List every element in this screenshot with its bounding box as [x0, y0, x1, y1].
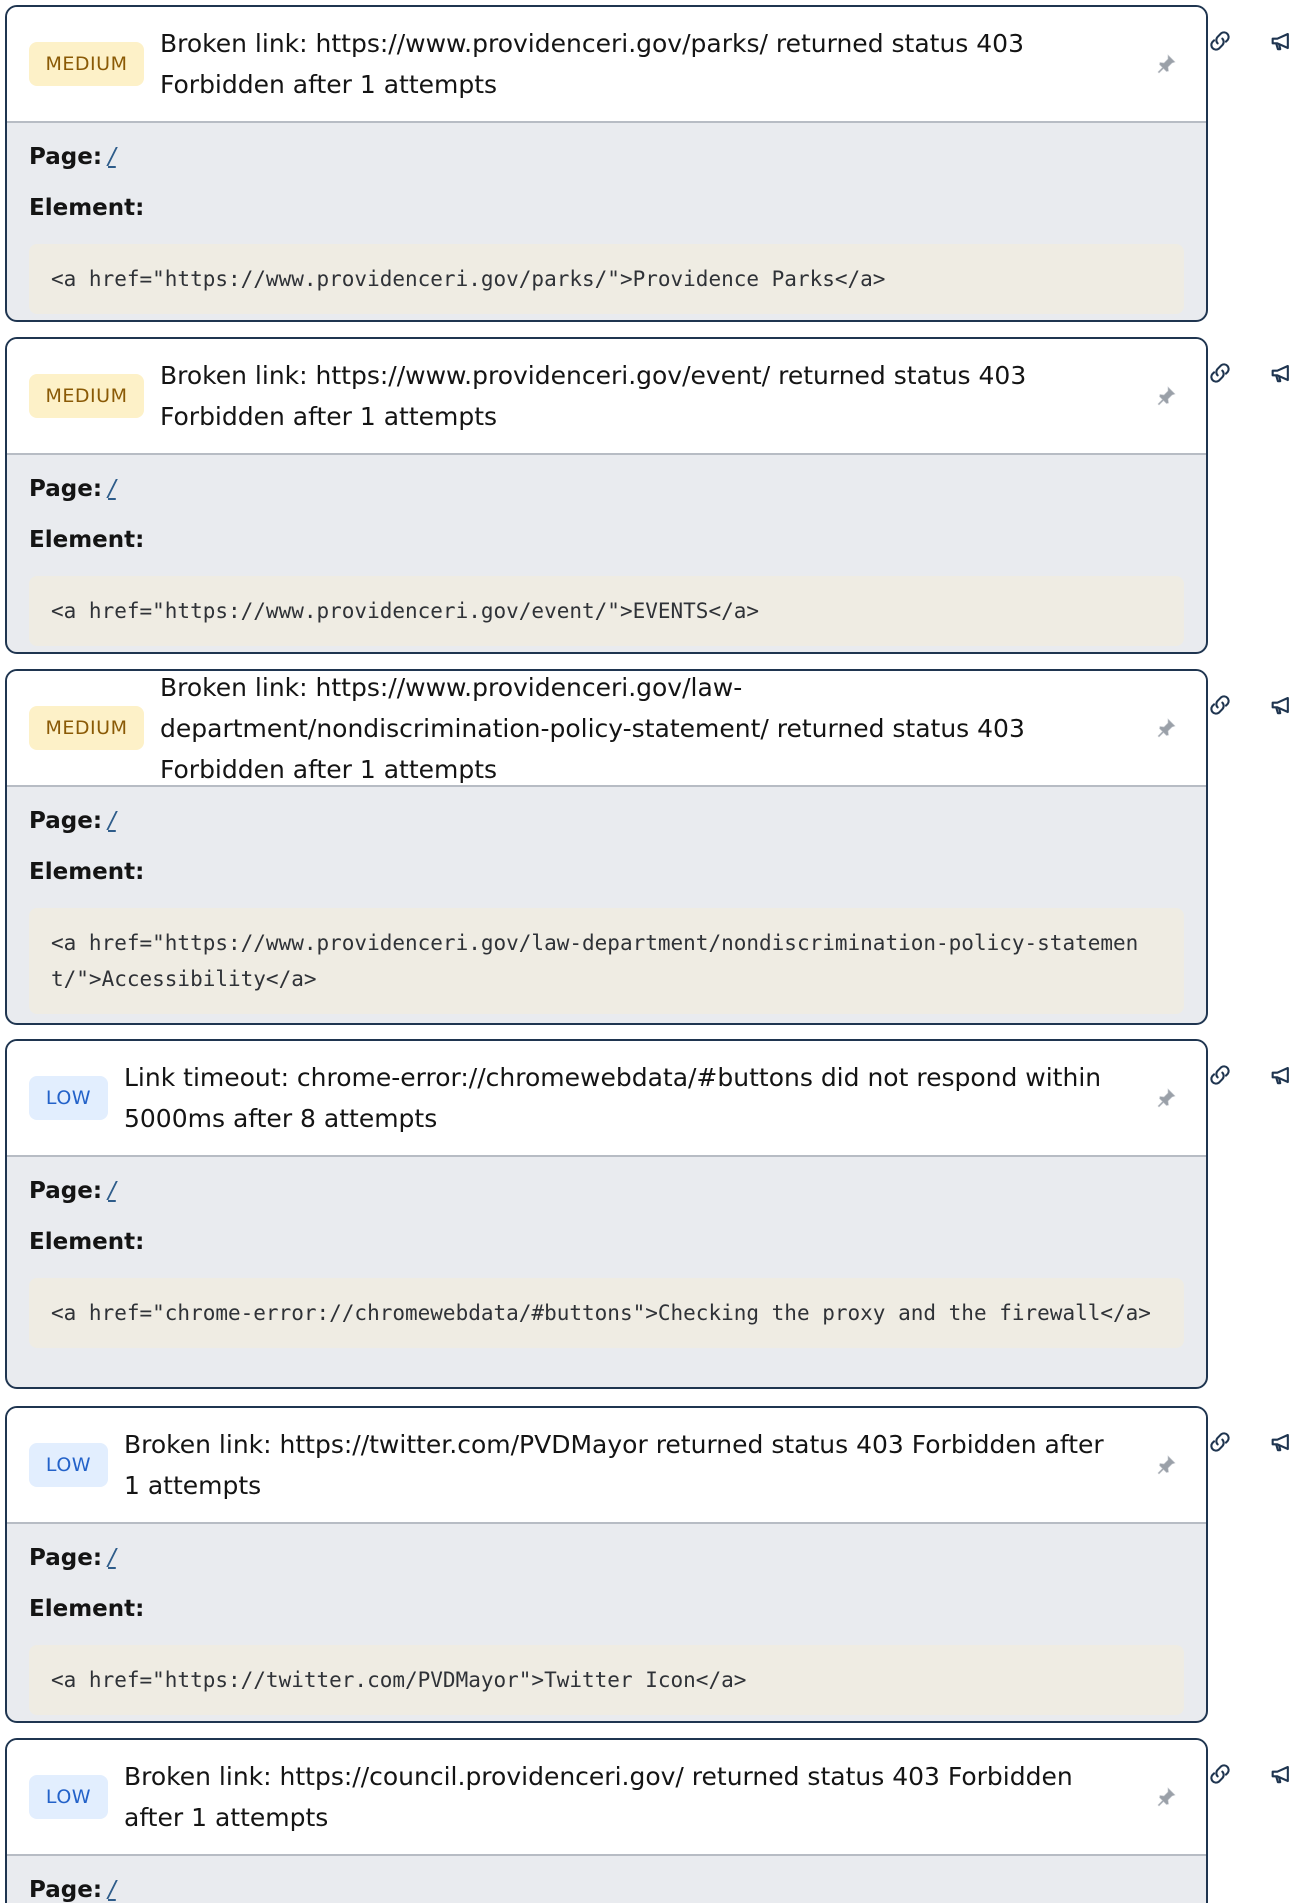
element-line: Element:: [29, 1224, 1184, 1260]
page-line: Page: /: [29, 471, 1184, 507]
link-icon[interactable]: [1206, 27, 1234, 55]
element-label: Element:: [29, 527, 145, 553]
issue-card: MEDIUM Broken link: https://www.providen…: [5, 669, 1208, 1025]
issue-header[interactable]: LOW Broken link: https://council.provide…: [7, 1740, 1206, 1856]
severity-badge: LOW: [29, 1076, 108, 1120]
issue-row: LOW Broken link: https://twitter.com/PVD…: [0, 1406, 1302, 1723]
pin-icon[interactable]: [1154, 1453, 1178, 1477]
element-line: Element:: [29, 522, 1184, 558]
megaphone-icon[interactable]: [1268, 359, 1296, 387]
issue-title: Link timeout: chrome-error://chromewebda…: [124, 1063, 1102, 1133]
issue-title: Broken link: https://council.providencer…: [124, 1762, 1073, 1832]
element-label: Element:: [29, 1596, 145, 1622]
link-icon[interactable]: [1206, 1760, 1234, 1788]
issue-body: Page: / Element: <a href="https://twitter…: [7, 1524, 1206, 1721]
issue-body: Page: / Element: <a href="chrome-error://…: [7, 1157, 1206, 1370]
element-line: Element:: [29, 1591, 1184, 1627]
issue-header[interactable]: MEDIUM Broken link: https://www.providen…: [7, 671, 1206, 787]
issue-card: LOW Broken link: https://council.provide…: [5, 1738, 1208, 1903]
element-label: Element:: [29, 1229, 145, 1255]
issue-body: Page: / Element: <a href="https://www.pro…: [7, 455, 1206, 652]
link-icon[interactable]: [1206, 691, 1234, 719]
page-link[interactable]: /: [108, 1877, 116, 1903]
page-label: Page:: [29, 1178, 103, 1204]
issue-title: Broken link: https://www.providenceri.go…: [160, 672, 1025, 784]
link-icon[interactable]: [1206, 359, 1234, 387]
issue-card: LOW Broken link: https://twitter.com/PVD…: [5, 1406, 1208, 1723]
element-code: <a href="chrome-error://chromewebdata/#b…: [29, 1278, 1184, 1348]
severity-badge: LOW: [29, 1775, 108, 1819]
page-link[interactable]: /: [108, 476, 116, 502]
element-line: Element:: [29, 854, 1184, 890]
issue-row: LOW Broken link: https://council.provide…: [0, 1738, 1302, 1903]
megaphone-icon[interactable]: [1268, 691, 1296, 719]
severity-badge: MEDIUM: [29, 42, 144, 86]
issue-card: MEDIUM Broken link: https://www.providen…: [5, 337, 1208, 654]
page-link[interactable]: /: [108, 1178, 116, 1204]
issue-header[interactable]: LOW Link timeout: chrome-error://chromew…: [7, 1041, 1206, 1157]
page-line: Page: /: [29, 803, 1184, 839]
megaphone-icon[interactable]: [1268, 27, 1296, 55]
megaphone-icon[interactable]: [1268, 1061, 1296, 1089]
page-link[interactable]: /: [108, 144, 116, 170]
element-code: <a href="https://www.providenceri.gov/la…: [29, 908, 1184, 1014]
issue-title: Broken link: https://www.providenceri.go…: [160, 361, 1027, 431]
issue-row: MEDIUM Broken link: https://www.providen…: [0, 337, 1302, 654]
element-label: Element:: [29, 195, 145, 221]
issue-header[interactable]: MEDIUM Broken link: https://www.providen…: [7, 339, 1206, 455]
pin-icon[interactable]: [1154, 1086, 1178, 1110]
issue-card: LOW Link timeout: chrome-error://chromew…: [5, 1039, 1208, 1389]
issue-body: Page: / Element: <a href="https://www.pro…: [7, 787, 1206, 1023]
page-label: Page:: [29, 808, 103, 834]
issue-title: Broken link: https://www.providenceri.go…: [160, 29, 1024, 99]
issue-body: Page: / Element: <a href="https://www.pro…: [7, 123, 1206, 320]
page-label: Page:: [29, 1877, 103, 1903]
page-label: Page:: [29, 1545, 103, 1571]
issue-body: Page:/ Element:: [7, 1856, 1206, 1903]
megaphone-icon[interactable]: [1268, 1760, 1296, 1788]
megaphone-icon[interactable]: [1268, 1428, 1296, 1456]
element-line: Element:: [29, 190, 1184, 226]
severity-badge: MEDIUM: [29, 706, 144, 750]
page-line: Page: /: [29, 1540, 1184, 1576]
element-code: <a href="https://twitter.com/PVDMayor">T…: [29, 1645, 1184, 1715]
page-link[interactable]: /: [108, 1545, 116, 1571]
severity-badge: LOW: [29, 1443, 108, 1487]
issue-row: MEDIUM Broken link: https://www.providen…: [0, 669, 1302, 1025]
pin-icon[interactable]: [1154, 384, 1178, 408]
link-icon[interactable]: [1206, 1428, 1234, 1456]
link-icon[interactable]: [1206, 1061, 1234, 1089]
element-code: <a href="https://www.providenceri.gov/ev…: [29, 576, 1184, 646]
issue-header[interactable]: MEDIUM Broken link: https://www.providen…: [7, 7, 1206, 123]
page-label: Page:: [29, 476, 103, 502]
page-line: Page: /: [29, 1173, 1184, 1209]
issue-card: MEDIUM Broken link: https://www.providen…: [5, 5, 1208, 322]
issue-list: MEDIUM Broken link: https://www.providen…: [0, 0, 1302, 1903]
pin-icon[interactable]: [1154, 52, 1178, 76]
issue-row: MEDIUM Broken link: https://www.providen…: [0, 5, 1302, 322]
pin-icon[interactable]: [1154, 716, 1178, 740]
element-label: Element:: [29, 859, 145, 885]
element-code: <a href="https://www.providenceri.gov/pa…: [29, 244, 1184, 314]
issue-row: LOW Link timeout: chrome-error://chromew…: [0, 1039, 1302, 1389]
pin-icon[interactable]: [1154, 1785, 1178, 1809]
page-line: Page: /: [29, 1872, 1184, 1903]
page-link[interactable]: /: [108, 808, 116, 834]
page-line: Page: /: [29, 139, 1184, 175]
issue-title: Broken link: https://twitter.com/PVDMayo…: [124, 1430, 1104, 1500]
page-label: Page:: [29, 144, 103, 170]
severity-badge: MEDIUM: [29, 374, 144, 418]
issue-header[interactable]: LOW Broken link: https://twitter.com/PVD…: [7, 1408, 1206, 1524]
